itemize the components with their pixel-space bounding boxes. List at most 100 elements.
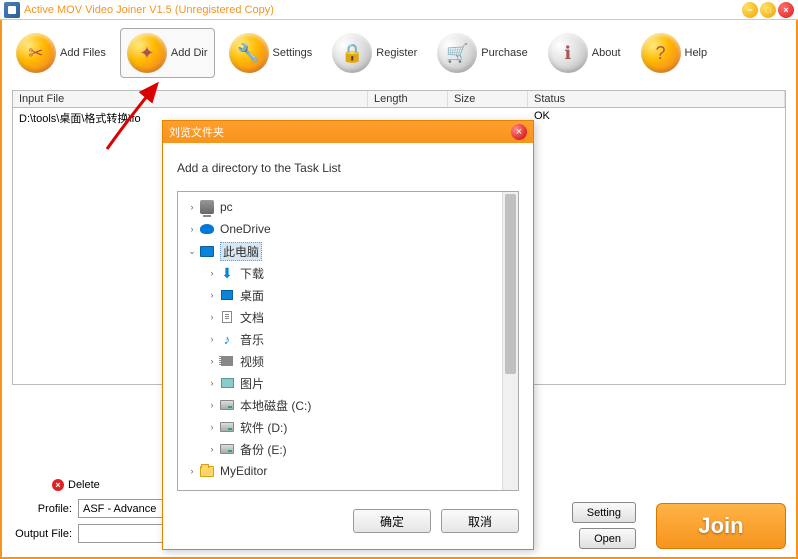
add-files-button[interactable]: ✂ Add Files bbox=[10, 29, 112, 77]
tree-node-folder[interactable]: › MyEditor bbox=[178, 460, 518, 482]
disk-icon bbox=[218, 418, 236, 436]
wrench-icon: 🔧 bbox=[229, 33, 269, 73]
about-label: About bbox=[592, 47, 621, 59]
add-dir-button[interactable]: ✦ Add Dir bbox=[120, 28, 215, 78]
tree-node-doc[interactable]: › 文档 bbox=[178, 306, 518, 328]
pic-icon bbox=[218, 374, 236, 392]
expander-icon[interactable]: › bbox=[186, 224, 198, 234]
delete-icon: × bbox=[52, 479, 64, 491]
expander-icon[interactable]: › bbox=[206, 290, 218, 300]
profile-label: Profile: bbox=[12, 503, 72, 515]
ok-button[interactable]: 确定 bbox=[353, 509, 431, 533]
expander-icon[interactable]: › bbox=[206, 312, 218, 322]
tree-node-label: pc bbox=[220, 200, 233, 214]
desk-icon bbox=[218, 286, 236, 304]
expander-icon[interactable]: › bbox=[206, 356, 218, 366]
output-file-label: Output File: bbox=[12, 528, 72, 540]
col-size[interactable]: Size bbox=[448, 91, 528, 107]
tree-node-label: MyEditor bbox=[220, 464, 267, 478]
expander-icon[interactable]: › bbox=[186, 466, 198, 476]
tree-node-video[interactable]: › 视频 bbox=[178, 350, 518, 372]
tree-node-od[interactable]: ›OneDrive bbox=[178, 218, 518, 240]
tree-node-disk[interactable]: › 备份 (E:) bbox=[178, 438, 518, 460]
expander-icon[interactable]: ⌄ bbox=[186, 246, 198, 257]
register-label: Register bbox=[376, 47, 417, 59]
about-button[interactable]: ℹ About bbox=[542, 29, 627, 77]
expander-icon[interactable]: › bbox=[206, 400, 218, 410]
folder-icon: ✦ bbox=[127, 33, 167, 73]
dialog-close-button[interactable]: × bbox=[511, 124, 527, 140]
film-icon: ✂ bbox=[16, 33, 56, 73]
tree-node-desk[interactable]: › 桌面 bbox=[178, 284, 518, 306]
expander-icon[interactable]: › bbox=[206, 268, 218, 278]
dialog-title: 刘览文件夹 bbox=[169, 124, 511, 140]
tree-node-label: 文档 bbox=[240, 309, 264, 326]
settings-label: Settings bbox=[273, 47, 313, 59]
video-icon bbox=[218, 352, 236, 370]
window-buttons bbox=[742, 2, 794, 18]
tree-node-disk[interactable]: › 软件 (D:) bbox=[178, 416, 518, 438]
register-button[interactable]: 🔒 Register bbox=[326, 29, 423, 77]
delete-button[interactable]: × Delete bbox=[52, 479, 100, 491]
lock-icon: 🔒 bbox=[332, 33, 372, 73]
dialog-body: Add a directory to the Task List › pc ›One… bbox=[163, 143, 533, 499]
pc-icon bbox=[198, 198, 216, 216]
tree-node-label: 图片 bbox=[240, 375, 264, 392]
expander-icon[interactable]: › bbox=[206, 444, 218, 454]
maximize-button[interactable] bbox=[760, 2, 776, 18]
add-files-label: Add Files bbox=[60, 47, 106, 59]
mon-icon bbox=[198, 242, 216, 260]
dialog-buttons: 确定 取消 bbox=[163, 499, 533, 543]
toolbar: ✂ Add Files ✦ Add Dir 🔧 Settings 🔒 Regis… bbox=[2, 20, 796, 90]
browse-folder-dialog: 刘览文件夹 × Add a directory to the Task List… bbox=[162, 120, 534, 550]
add-dir-label: Add Dir bbox=[171, 47, 208, 59]
titlebar: Active MOV Video Joiner V1.5 (Unregister… bbox=[0, 0, 798, 20]
tree-node-label: 本地磁盘 (C:) bbox=[240, 397, 311, 414]
join-button[interactable]: Join bbox=[656, 503, 786, 549]
col-input-file[interactable]: Input File bbox=[13, 91, 368, 107]
minimize-button[interactable] bbox=[742, 2, 758, 18]
doc-icon bbox=[218, 308, 236, 326]
folder-icon bbox=[198, 462, 216, 480]
dialog-prompt: Add a directory to the Task List bbox=[177, 161, 519, 175]
open-button[interactable]: Open bbox=[579, 528, 636, 549]
folder-tree: ›pc›OneDrive⌄此电脑›⬇下载›桌面›文档›♪音乐›视频›图片›本地磁… bbox=[177, 191, 519, 491]
help-button[interactable]: ? Help bbox=[635, 29, 714, 77]
scroll-thumb[interactable] bbox=[505, 194, 516, 374]
col-status[interactable]: Status bbox=[528, 91, 785, 107]
delete-label: Delete bbox=[68, 479, 100, 491]
dialog-titlebar: 刘览文件夹 × bbox=[163, 121, 533, 143]
col-length[interactable]: Length bbox=[368, 91, 448, 107]
purchase-label: Purchase bbox=[481, 47, 527, 59]
expander-icon[interactable]: › bbox=[206, 378, 218, 388]
tree-node-music[interactable]: ›♪音乐 bbox=[178, 328, 518, 350]
cart-icon: 🛒 bbox=[437, 33, 477, 73]
scrollbar[interactable] bbox=[502, 192, 518, 490]
disk-icon bbox=[218, 440, 236, 458]
expander-icon[interactable]: › bbox=[186, 202, 198, 212]
info-icon: ℹ bbox=[548, 33, 588, 73]
expander-icon[interactable]: › bbox=[206, 422, 218, 432]
help-label: Help bbox=[685, 47, 708, 59]
tree-node-label: 软件 (D:) bbox=[240, 419, 287, 436]
setting-button[interactable]: Setting bbox=[572, 502, 636, 523]
close-button[interactable] bbox=[778, 2, 794, 18]
tree-node-label: 备份 (E:) bbox=[240, 441, 287, 458]
tree-node-dl[interactable]: ›⬇下载 bbox=[178, 262, 518, 284]
music-icon: ♪ bbox=[218, 330, 236, 348]
dl-icon: ⬇ bbox=[218, 264, 236, 282]
tree-node-label: 下载 bbox=[240, 265, 264, 282]
app-icon bbox=[4, 2, 20, 18]
cancel-button[interactable]: 取消 bbox=[441, 509, 519, 533]
expander-icon[interactable]: › bbox=[206, 334, 218, 344]
help-icon: ? bbox=[641, 33, 681, 73]
tree-node-pic[interactable]: › 图片 bbox=[178, 372, 518, 394]
tree-node-label: 视频 bbox=[240, 353, 264, 370]
tree-node-pc[interactable]: › pc bbox=[178, 196, 518, 218]
tree-node-mon[interactable]: ⌄此电脑 bbox=[178, 240, 518, 262]
settings-button[interactable]: 🔧 Settings bbox=[223, 29, 319, 77]
purchase-button[interactable]: 🛒 Purchase bbox=[431, 29, 533, 77]
table-header: Input File Length Size Status bbox=[13, 91, 785, 108]
tree-node-disk[interactable]: › 本地磁盘 (C:) bbox=[178, 394, 518, 416]
tree-node-label: 桌面 bbox=[240, 287, 264, 304]
